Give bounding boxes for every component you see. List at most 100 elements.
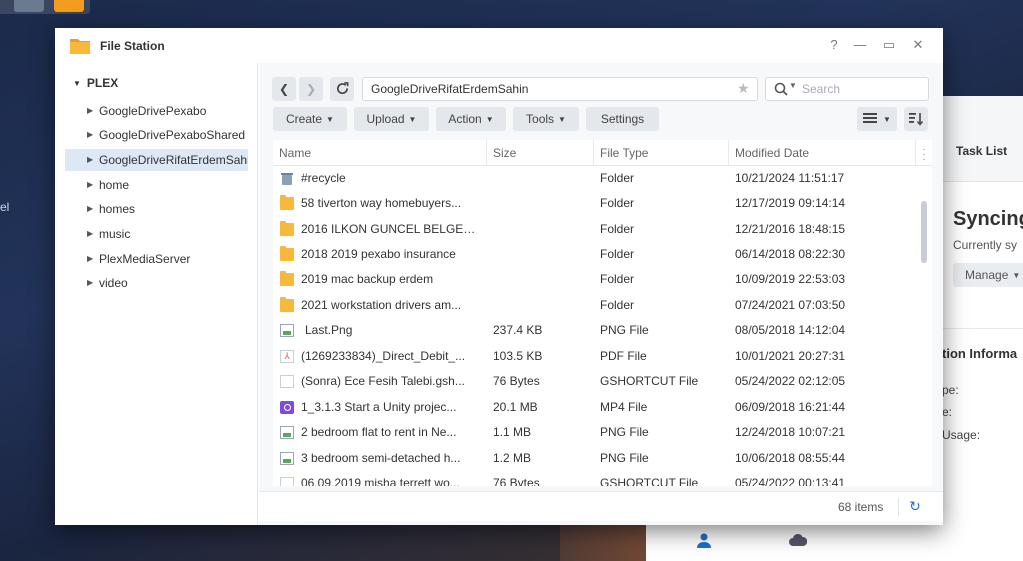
column-size[interactable]: Size [487,140,594,166]
taskbar-file-station-icon[interactable] [54,0,84,12]
chevron-down-icon: ▼ [485,115,494,124]
tree-root-label: PLEX [86,76,119,90]
chevron-down-icon: ▼ [326,115,334,124]
tree-item[interactable]: ▶ video [65,272,248,294]
pdf-file-icon: ⅄ [280,350,294,363]
table-row[interactable]: 2016 ILKON GUNCEL BELGELER Folder 12/21/20… [273,217,923,242]
file-type: Folder [600,171,635,185]
forward-button[interactable]: ❯ [299,77,323,101]
file-modified: 06/14/2018 08:22:30 [735,247,846,261]
search-box[interactable]: ▼ [765,77,929,101]
star-icon[interactable]: ★ [737,79,753,97]
sort-button[interactable] [904,107,928,131]
tree-item[interactable]: ▶ homes [65,198,248,220]
chevron-left-icon: ❮ [278,82,290,96]
table-row[interactable]: ⅄ (1269233834)_Direct_Debit_... 103.5 KB P… [273,344,923,369]
chevron-right-icon: ▶ [87,229,94,238]
upload-button[interactable]: Upload ▼ [354,107,429,131]
action-label: Action [448,112,482,126]
tree-item-selected[interactable]: ▶ GoogleDriveRifatErdemSahin [65,149,248,171]
table-row[interactable]: 58 tiverton way homebuyers... Folder 12/17… [273,191,923,216]
action-button[interactable]: Action ▼ [436,107,506,131]
chevron-right-icon: ▶ [87,106,94,115]
cloud-icon[interactable] [789,532,807,548]
close-button[interactable]: ✕ [910,37,926,53]
file-type: Folder [600,247,635,261]
file-name: 2019 mac backup erdem [301,272,434,286]
tools-button[interactable]: Tools ▼ [513,107,579,131]
refresh-icon [336,82,348,95]
back-button[interactable]: ❮ [272,77,296,101]
table-row[interactable]: 2019 mac backup erdem Folder 10/09/2019 22… [273,267,923,292]
chevron-down-icon: ▼ [789,81,797,90]
file-modified: 10/06/2018 08:55:44 [735,451,846,465]
chevron-right-icon: ❯ [305,82,317,96]
taskbar [0,0,90,14]
file-modified: 10/21/2024 11:51:17 [735,171,845,185]
refresh-button[interactable] [330,77,354,101]
file-type: GSHORTCUT File [600,374,699,388]
table-row[interactable]: 1_3.1.3 Start a Unity projec... 20.1 MB MP… [273,395,923,420]
manage-button[interactable]: Manage ▼ [953,263,1023,287]
tree-item-label: GoogleDrivePexaboShared [99,128,246,142]
file-type: Folder [600,298,635,312]
tree-item[interactable]: ▶ GoogleDrivePexaboShared [65,124,248,146]
tree-item-label: PlexMediaServer [99,252,191,266]
user-icon[interactable] [696,532,712,548]
desktop-label: el [0,200,10,214]
maximize-button[interactable]: ▭ [881,37,897,53]
table-row[interactable]: (Sonra) Ece Fesih Talebi.gsh... 76 Bytes G… [273,369,923,394]
file-type: GSHORTCUT File [600,476,699,486]
file-type: PDF File [600,349,647,363]
scrollbar[interactable] [921,201,927,263]
table-row[interactable]: Last.Png 237.4 KB PNG File 08/05/2018 14:12… [273,318,923,343]
file-modified: 12/17/2019 09:14:14 [735,196,846,210]
minimize-button[interactable]: — [852,37,868,53]
table-row[interactable]: #recycle Folder 10/21/2024 11:51:17 [273,166,923,191]
search-input[interactable] [802,80,922,98]
tools-label: Tools [526,112,555,126]
settings-button[interactable]: Settings [586,107,659,131]
more-columns-icon[interactable]: · · · [921,145,927,165]
tree-item-label: homes [99,202,136,216]
table-row[interactable]: 2018 2019 pexabo insurance Folder 06/14/20… [273,242,923,267]
file-type: Folder [600,222,635,236]
tree-item[interactable]: ▶ music [65,223,248,245]
file-type: PNG File [600,451,649,465]
tree-root-plex[interactable]: ▼ PLEX [73,76,118,90]
type-label: pe: [942,383,959,397]
file-size: 76 Bytes [493,374,540,388]
file-size: 103.5 KB [493,349,543,363]
create-button[interactable]: Create ▼ [273,107,347,131]
task-list-tab[interactable]: Task List [956,144,1007,158]
column-type[interactable]: File Type [594,140,729,166]
table-row[interactable]: 3 bedroom semi-detached h... 1.2 MB PNG Fi… [273,446,923,471]
tree-item[interactable]: ▶ GoogleDrivePexabo [65,100,248,122]
view-mode-button[interactable]: ▼ [857,107,897,131]
tree-item[interactable]: ▶ PlexMediaServer [65,248,248,270]
shortcut-file-icon [280,375,294,388]
chevron-down-icon: ▼ [408,115,417,124]
file-size: 1.1 MB [493,425,532,439]
column-modified[interactable]: Modified Date [729,140,916,166]
window-title: File Station [100,39,165,53]
file-name: (Sonra) Ece Fesih Talebi.gsh... [301,374,465,388]
tree-item[interactable]: ▶ home [65,174,248,196]
path-bar[interactable]: GoogleDriveRifatErdemSahin [362,77,758,101]
folder-icon [280,195,294,210]
title-bar[interactable]: File Station ? — ▭ ✕ [55,28,943,63]
refresh-icon[interactable]: ↻ [907,498,923,514]
file-name: 3 bedroom semi-detached h... [301,451,461,465]
folder-icon [280,246,294,261]
chevron-right-icon: ▶ [87,204,94,213]
table-row[interactable]: 2021 workstation drivers am... Folder 07/2… [273,293,923,318]
table-row[interactable]: 2 bedroom flat to rent in Ne... 1.1 MB PNG… [273,420,923,445]
folder-icon [280,221,294,236]
help-button[interactable]: ? [826,37,842,53]
taskbar-app-icon[interactable] [14,0,44,12]
column-name[interactable]: Name [273,140,487,166]
sort-icon [909,113,924,126]
table-row[interactable]: 06.09.2019 misha terrett wo... 76 Bytes GS… [273,471,923,486]
image-file-icon [280,426,294,439]
file-table: Name Size File Type Modified Date · · · #r… [273,140,932,486]
